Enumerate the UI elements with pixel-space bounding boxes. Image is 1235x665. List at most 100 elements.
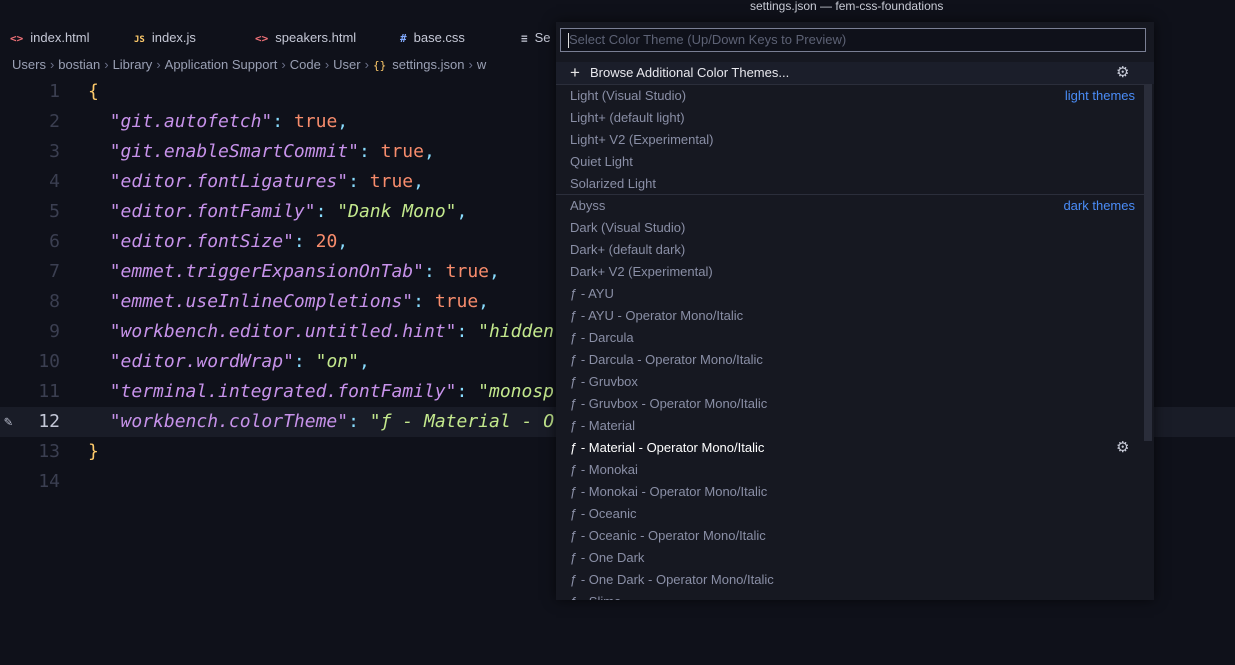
picker-scrollbar[interactable]	[1144, 84, 1152, 441]
json-value: "Dank Mono"	[337, 201, 457, 222]
theme-option[interactable]: ƒ - Oceanic	[556, 503, 1144, 525]
css-file-icon: #	[400, 32, 407, 45]
browse-themes-label: Browse Additional Color Themes...	[590, 65, 790, 80]
json-value: true	[434, 291, 479, 312]
line-content: "editor.wordWrap": "on",	[109, 351, 370, 372]
theme-option[interactable]: Quiet Light	[556, 151, 1144, 173]
theme-option[interactable]: ƒ - Oceanic - Operator Mono/Italic	[556, 525, 1144, 547]
chevron-right-icon: ›	[364, 57, 369, 72]
breadcrumb-item[interactable]: Library	[113, 57, 153, 72]
tab-label: speakers.html	[275, 30, 357, 45]
chevron-right-icon: ›	[468, 57, 473, 72]
tab-speakers-html[interactable]: <> speakers.html	[255, 24, 356, 52]
line-content: "editor.fontSize": 20,	[109, 231, 349, 252]
line-content: "editor.fontFamily": "Dank Mono",	[109, 201, 468, 222]
theme-option[interactable]: Light+ (default light)	[556, 107, 1144, 129]
theme-option[interactable]: Light+ V2 (Experimental)	[556, 129, 1144, 151]
chevron-right-icon: ›	[156, 57, 161, 72]
json-key: "git.enableSmartCommit"	[109, 141, 359, 162]
theme-option[interactable]: ƒ - Gruvbox	[556, 371, 1144, 393]
json-value: true	[369, 171, 414, 192]
browse-themes-button[interactable]: + Browse Additional Color Themes... ⚙	[556, 62, 1154, 84]
line-content: "git.enableSmartCommit": true,	[109, 141, 435, 162]
theme-option[interactable]: Abyss dark themes	[556, 195, 1144, 217]
json-key: "git.autofetch"	[109, 111, 273, 132]
window-title-bar: settings.json — fem-css-foundations	[0, 0, 1235, 14]
line-content: "emmet.useInlineCompletions": true,	[109, 291, 490, 312]
chevron-right-icon: ›	[49, 57, 55, 72]
line-content: "editor.fontLigatures": true,	[109, 171, 424, 192]
line-number: 9	[49, 321, 60, 342]
theme-option[interactable]: ƒ - Monokai	[556, 459, 1144, 481]
chevron-right-icon: ›	[281, 57, 286, 72]
breadcrumb-item[interactable]: bostian	[58, 57, 100, 72]
js-file-icon: JS	[134, 35, 145, 45]
plus-icon: +	[570, 63, 580, 82]
line-content: }	[88, 437, 99, 467]
theme-option[interactable]: ƒ - Gruvbox - Operator Mono/Italic	[556, 393, 1144, 415]
line-number: 8	[49, 291, 60, 312]
line-number: 2	[49, 111, 60, 132]
breadcrumb-item[interactable]: Users	[12, 57, 46, 72]
theme-option[interactable]: ƒ - AYU - Operator Mono/Italic	[556, 305, 1144, 327]
line-content: "workbench.editor.untitled.hint": "hidde…	[109, 321, 555, 342]
html-file-icon: <>	[10, 32, 24, 45]
breadcrumb-item[interactable]: User	[333, 57, 360, 72]
tab-label: index.js	[151, 30, 196, 45]
theme-option[interactable]: ƒ - One Dark	[556, 547, 1144, 569]
theme-search-placeholder: Select Color Theme (Up/Down Keys to Prev…	[569, 32, 847, 47]
json-value: "hidden	[478, 321, 555, 342]
tab-settings-json[interactable]: ≡ Se	[521, 24, 551, 52]
json-value: "on"	[315, 351, 359, 372]
tab-index-js[interactable]: JS index.js	[134, 24, 196, 52]
json-value: true	[445, 261, 490, 282]
tab-index-html[interactable]: <> index.html	[10, 24, 90, 52]
json-value: "ƒ - Material - O	[369, 411, 555, 432]
json-value: "monosp	[478, 381, 555, 402]
json-key: "terminal.integrated.fontFamily"	[109, 381, 457, 402]
line-number: 7	[49, 261, 60, 282]
light-themes-group-label: light themes	[1064, 88, 1135, 103]
line-number: 6	[49, 231, 60, 252]
line-content: "workbench.colorTheme": "ƒ - Material - …	[109, 411, 555, 432]
json-key: "workbench.colorTheme"	[109, 411, 349, 432]
gear-icon[interactable]: ⚙	[1116, 63, 1129, 83]
html-file-icon: <>	[255, 32, 269, 45]
open-brace: {	[88, 81, 99, 102]
tab-base-css[interactable]: # base.css	[400, 24, 465, 52]
json-key: "editor.wordWrap"	[109, 351, 294, 372]
theme-option[interactable]: Dark+ (default dark)	[556, 239, 1144, 261]
line-content: "git.autofetch": true,	[109, 111, 349, 132]
breadcrumb-file[interactable]: settings.json	[392, 57, 464, 72]
theme-option[interactable]: ƒ - Slime	[556, 591, 1144, 600]
tab-label: index.html	[30, 30, 90, 45]
gear-icon[interactable]: ⚙	[1116, 437, 1129, 459]
theme-option[interactable]: Dark (Visual Studio)	[556, 217, 1144, 239]
theme-option[interactable]: ƒ - Darcula - Operator Mono/Italic	[556, 349, 1144, 371]
breadcrumb-item[interactable]: w	[477, 57, 486, 72]
theme-option[interactable]: Solarized Light	[556, 173, 1144, 195]
json-key: "workbench.editor.untitled.hint"	[109, 321, 457, 342]
json-value: true	[380, 141, 424, 162]
breadcrumb-item[interactable]: Application Support	[165, 57, 278, 72]
line-content: "emmet.triggerExpansionOnTab": true,	[109, 261, 500, 282]
line-number: 11	[38, 381, 60, 402]
chevron-right-icon: ›	[324, 57, 330, 72]
theme-option[interactable]: ƒ - Monokai - Operator Mono/Italic	[556, 481, 1144, 503]
theme-search-input[interactable]: Select Color Theme (Up/Down Keys to Prev…	[560, 28, 1146, 52]
theme-option[interactable]: Light (Visual Studio) light themes	[556, 85, 1144, 107]
chevron-right-icon: ›	[104, 57, 109, 72]
line-number: 14	[38, 471, 60, 492]
settings-file-icon: ≡	[521, 32, 528, 45]
theme-option[interactable]: ƒ - Material	[556, 415, 1144, 437]
theme-option[interactable]: Dark+ V2 (Experimental)	[556, 261, 1144, 283]
theme-option[interactable]: ƒ - One Dark - Operator Mono/Italic	[556, 569, 1144, 591]
json-value: true	[293, 111, 338, 132]
line-number: 5	[49, 201, 60, 222]
theme-option-active[interactable]: ƒ - Material - Operator Mono/Italic ⚙	[556, 437, 1144, 459]
dark-themes-group-label: dark themes	[1063, 198, 1135, 213]
theme-option[interactable]: ƒ - AYU	[556, 283, 1144, 305]
theme-option[interactable]: ƒ - Darcula	[556, 327, 1144, 349]
breadcrumb-item[interactable]: Code	[290, 57, 321, 72]
line-content: {	[88, 77, 99, 107]
